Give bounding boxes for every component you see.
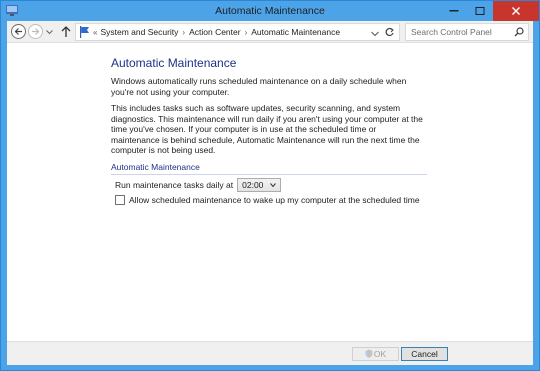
refresh-icon[interactable] [384,27,395,38]
search-box[interactable] [405,23,529,41]
uac-shield-icon [365,349,373,358]
group-divider [111,173,427,175]
navigation-bar: « System and Security › Action Center › … [7,21,533,43]
breadcrumb-action-center[interactable]: Action Center [189,27,241,37]
ok-button[interactable]: OK [352,347,399,361]
run-time-select[interactable]: 02:00 [237,177,282,192]
details-text: This includes tasks such as software upd… [111,103,423,155]
ok-label: OK [373,349,387,359]
wake-row: Allow scheduled maintenance to wake up m… [115,194,427,207]
maximize-icon [475,7,485,15]
wake-computer-label[interactable]: Allow scheduled maintenance to wake up m… [129,195,420,205]
chevron-down-icon [270,182,277,187]
action-center-flag-icon [79,26,90,38]
search-icon[interactable] [514,27,524,37]
breadcrumb-separator-icon[interactable]: › [245,28,248,37]
search-input[interactable] [406,24,506,40]
page-title: Automatic Maintenance [111,56,237,70]
arrow-right-icon [32,28,40,35]
intro-text: Windows automatically runs scheduled mai… [111,76,407,97]
back-button[interactable] [11,24,26,39]
run-time-value: 02:00 [242,179,264,190]
recent-pages-chevron-icon[interactable] [46,30,53,35]
window: Automatic Maintenance « System and Secur… [0,0,540,371]
address-bar[interactable]: « System and Security › Action Center › … [75,23,400,41]
maximize-button[interactable] [467,1,493,21]
address-dropdown-icon[interactable] [371,29,379,37]
run-time-label: Run maintenance tasks daily at [115,179,234,190]
close-icon [512,7,520,15]
schedule-row: Run maintenance tasks daily at 02:00 [115,177,427,192]
breadcrumb-system-security[interactable]: System and Security [100,27,178,37]
title-bar[interactable]: Automatic Maintenance [1,1,539,21]
close-button[interactable] [493,1,539,21]
cancel-button[interactable]: Cancel [401,347,448,361]
breadcrumb-automatic-maintenance[interactable]: Automatic Maintenance [251,27,340,37]
breadcrumb: « System and Security › Action Center › … [93,27,340,37]
forward-button[interactable] [28,24,43,39]
up-button[interactable] [60,25,72,38]
arrow-up-icon [61,26,71,37]
breadcrumb-separator-icon[interactable]: › [182,28,185,37]
wake-computer-checkbox[interactable] [115,195,125,205]
client-area: « System and Security › Action Center › … [7,21,533,365]
dialog-footer: OK Cancel [7,341,533,365]
main-content: Automatic Maintenance Windows automatica… [111,56,427,207]
minimize-icon [449,10,459,12]
breadcrumb-overflow-icon[interactable]: « [93,28,97,37]
settings-group-title: Automatic Maintenance [111,161,200,172]
minimize-button[interactable] [441,1,467,21]
arrow-left-icon [14,28,22,35]
